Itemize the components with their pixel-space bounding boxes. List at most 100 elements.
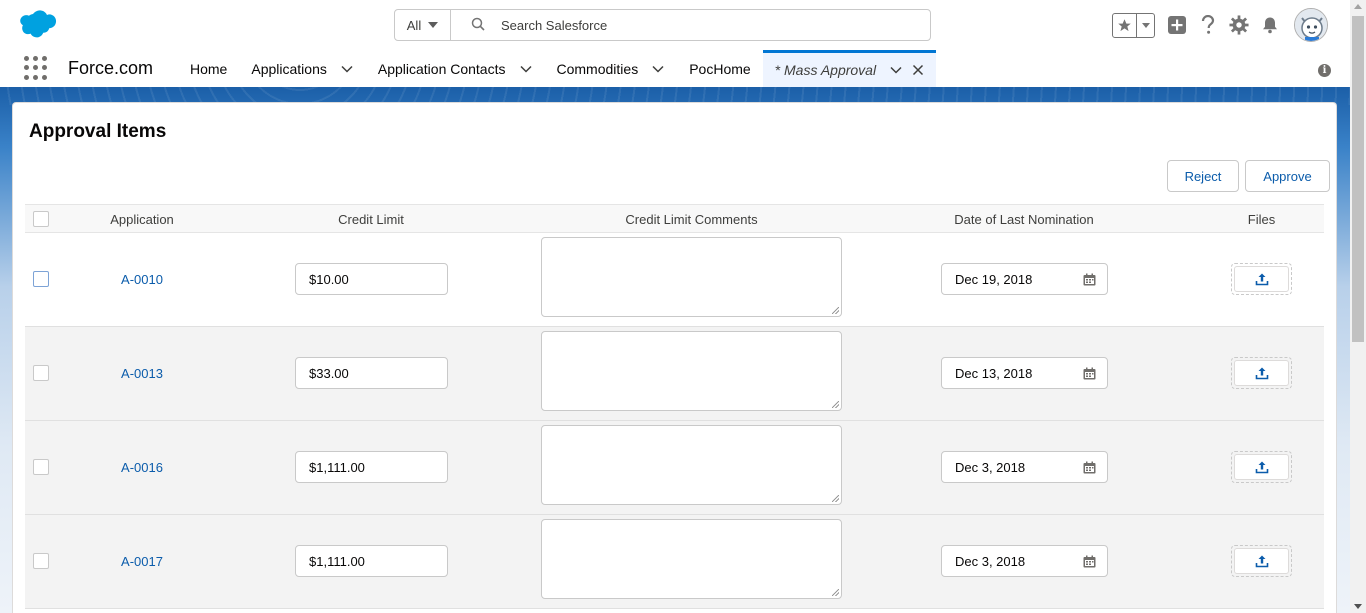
credit-limit-value: $10.00: [309, 271, 349, 287]
date-value: Dec 13, 2018: [955, 365, 1033, 381]
approve-button[interactable]: Approve: [1245, 160, 1330, 192]
application-link[interactable]: A-0016: [107, 460, 177, 475]
search-icon: [471, 17, 485, 34]
credit-limit-value: $33.00: [309, 365, 349, 381]
close-tab-icon[interactable]: [912, 64, 924, 76]
global-search: All: [394, 9, 931, 41]
nav-item-label: PocHome: [689, 60, 751, 77]
file-upload-dropzone[interactable]: [1231, 451, 1292, 483]
upload-button[interactable]: [1234, 360, 1289, 386]
credit-limit-input[interactable]: $1,111.00: [295, 545, 448, 577]
upload-icon: [1255, 367, 1268, 380]
favorites-menu-caret-icon[interactable]: [1137, 14, 1154, 37]
column-header-application: Application: [110, 212, 174, 227]
upload-icon: [1255, 461, 1268, 474]
upload-button[interactable]: [1234, 454, 1289, 480]
setup-gear-icon[interactable]: [1229, 15, 1249, 35]
user-avatar[interactable]: [1294, 8, 1328, 42]
search-scope-label: All: [406, 17, 422, 33]
search-input[interactable]: [501, 17, 881, 33]
info-icon[interactable]: i: [1318, 64, 1331, 77]
header-actions: [1112, 8, 1328, 42]
favorites-star-icon[interactable]: [1113, 13, 1137, 37]
table-row: A-0016 $1,111.00 Dec 3, 2018: [25, 421, 1324, 515]
column-header-files: Files: [1247, 212, 1276, 227]
column-header-credit-limit: Credit Limit: [338, 212, 404, 227]
date-value: Dec 19, 2018: [955, 271, 1033, 287]
credit-limit-value: $1,111.00: [309, 553, 365, 569]
nav-item-label: Commodities: [556, 60, 639, 77]
reject-button[interactable]: Reject: [1167, 160, 1239, 192]
scroll-up-arrow-icon[interactable]: [1354, 4, 1362, 9]
row-checkbox[interactable]: [33, 365, 49, 381]
app-nav-bar: Force.com Home Applications Application …: [0, 50, 1350, 87]
upload-button[interactable]: [1234, 266, 1289, 292]
row-checkbox[interactable]: [33, 459, 49, 475]
calendar-icon[interactable]: [1083, 555, 1096, 568]
search-field[interactable]: [451, 10, 930, 40]
scrollbar-thumb[interactable]: [1352, 16, 1364, 342]
nomination-date-input[interactable]: Dec 19, 2018: [941, 263, 1108, 295]
help-icon[interactable]: [1198, 15, 1218, 35]
favorites-button-group: [1112, 12, 1155, 38]
upload-button[interactable]: [1234, 548, 1289, 574]
nomination-date-input[interactable]: Dec 3, 2018: [941, 451, 1108, 483]
nav-item-applications[interactable]: Applications: [239, 50, 366, 87]
file-upload-dropzone[interactable]: [1231, 263, 1292, 295]
credit-limit-input[interactable]: $1,111.00: [295, 451, 448, 483]
chevron-down-icon[interactable]: [340, 62, 354, 76]
row-checkbox[interactable]: [33, 271, 49, 287]
add-icon[interactable]: [1167, 15, 1187, 35]
date-value: Dec 3, 2018: [955, 459, 1026, 475]
nomination-date-input[interactable]: Dec 3, 2018: [941, 545, 1108, 577]
approval-table: Application Credit Limit Credit Limit Co…: [25, 204, 1324, 609]
nav-item-pochome[interactable]: PocHome: [677, 50, 762, 87]
global-header: All: [0, 0, 1350, 50]
row-checkbox[interactable]: [33, 553, 49, 569]
search-scope-dropdown[interactable]: All: [395, 10, 451, 40]
table-header: Application Credit Limit Credit Limit Co…: [25, 204, 1324, 233]
application-link[interactable]: A-0017: [107, 554, 177, 569]
calendar-icon[interactable]: [1083, 461, 1096, 474]
file-upload-dropzone[interactable]: [1231, 545, 1292, 577]
chevron-down-icon[interactable]: [651, 62, 665, 76]
application-link[interactable]: A-0013: [107, 366, 177, 381]
chevron-down-icon[interactable]: [519, 62, 533, 76]
credit-limit-comments-textarea[interactable]: [541, 237, 842, 317]
nav-items: Home Applications Application Contacts C…: [178, 50, 937, 87]
credit-limit-value: $1,111.00: [309, 459, 365, 475]
nav-item-label: * Mass Approval: [774, 62, 877, 78]
select-all-checkbox[interactable]: [33, 211, 49, 227]
credit-limit-comments-textarea[interactable]: [541, 519, 842, 599]
upload-icon: [1255, 555, 1268, 568]
application-link[interactable]: A-0010: [107, 272, 177, 287]
notifications-bell-icon[interactable]: [1260, 15, 1280, 35]
credit-limit-input[interactable]: $10.00: [295, 263, 448, 295]
calendar-icon[interactable]: [1083, 367, 1096, 380]
credit-limit-comments-textarea[interactable]: [541, 425, 842, 505]
table-row: A-0010 $10.00 Dec 19, 2018: [25, 233, 1324, 327]
salesforce-cloud-icon[interactable]: [16, 10, 58, 40]
column-header-credit-limit-comments: Credit Limit Comments: [625, 212, 758, 227]
calendar-icon[interactable]: [1083, 273, 1096, 286]
nav-item-label: Home: [190, 60, 228, 77]
scroll-down-arrow-icon[interactable]: [1354, 604, 1362, 609]
nav-item-label: Applications: [251, 60, 327, 77]
column-header-date-of-last-nomination: Date of Last Nomination: [954, 212, 1094, 227]
chevron-down-icon[interactable]: [889, 63, 903, 77]
credit-limit-input[interactable]: $33.00: [295, 357, 448, 389]
file-upload-dropzone[interactable]: [1231, 357, 1292, 389]
nomination-date-input[interactable]: Dec 13, 2018: [941, 357, 1108, 389]
page-scrollbar[interactable]: [1350, 0, 1366, 613]
upload-icon: [1255, 273, 1268, 286]
app-name: Force.com: [68, 58, 154, 78]
nav-item-commodities[interactable]: Commodities: [545, 50, 678, 87]
nav-item-label: Application Contacts: [377, 60, 506, 77]
credit-limit-comments-textarea[interactable]: [541, 331, 842, 411]
nav-item-home[interactable]: Home: [178, 50, 239, 87]
nav-item-mass-approval[interactable]: * Mass Approval: [762, 50, 937, 87]
date-value: Dec 3, 2018: [955, 553, 1026, 569]
table-row: A-0013 $33.00 Dec 13, 2018: [25, 327, 1324, 421]
nav-item-application-contacts[interactable]: Application Contacts: [366, 50, 545, 87]
app-launcher-icon[interactable]: [24, 56, 48, 80]
